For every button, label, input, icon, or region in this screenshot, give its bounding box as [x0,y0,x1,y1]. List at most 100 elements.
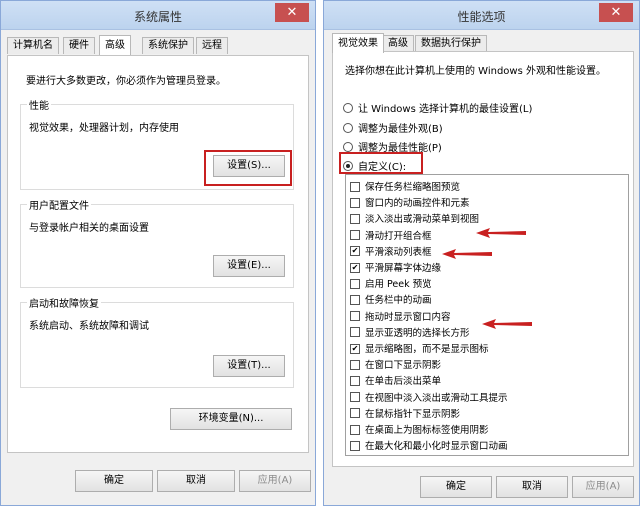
checkbox[interactable] [350,392,360,403]
checkbox[interactable] [350,327,360,338]
checkbox-label: 在单击后淡出菜单 [365,376,442,388]
checkbox[interactable] [350,197,360,208]
tab-dep[interactable]: 数据执行保护 [415,35,487,52]
checkbox-row[interactable]: 任务栏中的动画 [350,292,432,306]
highlight-box [204,150,292,186]
checkbox-label: 在桌面上为图标标签使用阴影 [365,425,489,436]
radio-label: 调整为最佳外观(B) [358,124,443,135]
checkbox-label: 滑动打开组合框 [365,230,432,242]
tab-system-protection[interactable]: 系统保护 [142,37,194,54]
checkbox[interactable]: ✔ [350,343,360,354]
tab-advanced[interactable]: 高级 [382,35,414,52]
checkbox[interactable]: ✔ [350,246,360,257]
checkbox[interactable] [350,424,360,435]
checkbox-row[interactable]: 在最大化和最小化时显示窗口动画 [350,438,508,452]
apply-button[interactable]: 应用(A) [239,470,311,492]
radio-button[interactable] [343,103,353,113]
radio-button[interactable] [343,142,353,152]
apply-button[interactable]: 应用(A) [572,476,634,498]
visual-effects-list[interactable]: 保存任务栏缩略图预览 窗口内的动画控件和元素 淡入淡出或滑动菜单到视图 滑动打开组合框… [345,174,629,456]
checkbox-row[interactable]: 在桌面上为图标标签使用阴影 [350,422,489,436]
checkbox[interactable]: ✔ [350,262,360,273]
red-arrow-2 [442,249,492,259]
tab-strip: 计算机名 硬件 高级 系统保护 远程 [7,35,307,55]
checkbox-row[interactable]: ✔ 显示缩略图，而不是显示图标 [350,341,489,355]
system-properties-window: 系统属性 ✕ 计算机名 硬件 高级 系统保护 远程 要进行大多数更改，你必须作为… [0,0,316,506]
cancel-button[interactable]: 取消 [157,470,235,492]
checkbox[interactable] [350,230,360,241]
tab-computer-name[interactable]: 计算机名 [7,37,59,54]
performance-desc: 视觉效果，处理器计划，内存使用 [29,123,179,134]
checkbox-label: 平滑滚动列表框 [365,246,432,258]
checkbox-row[interactable]: 滑动打开组合框 [350,228,432,242]
user-profiles-group-title: 用户配置文件 [27,197,91,212]
checkbox[interactable] [350,408,360,419]
checkbox-label: 显示缩略图，而不是显示图标 [365,344,489,355]
highlight-box [339,152,423,174]
checkbox-row[interactable]: 保存任务栏缩略图预览 [350,179,460,193]
checkbox-row[interactable]: 在窗口下显示阴影 [350,357,441,371]
window-title: 性能选项 [457,10,506,24]
checkbox-row[interactable]: 在单击后淡出菜单 [350,373,441,387]
cancel-button[interactable]: 取消 [496,476,568,498]
tab-remote[interactable]: 远程 [196,37,228,54]
radio-best-performance[interactable]: 调整为最佳性能(P) [343,139,442,154]
checkbox-label: 任务栏中的动画 [365,295,432,307]
window-title: 系统属性 [133,10,182,24]
checkbox-row[interactable]: ✔ 平滑屏幕字体边缘 [350,260,441,274]
tab-visual-effects[interactable]: 视觉效果 [332,33,384,53]
checkbox[interactable] [350,213,360,224]
performance-group-title: 性能 [27,97,51,112]
user-profiles-settings-button[interactable]: 设置(E)... [213,255,285,277]
checkbox-label: 在鼠标指针下显示阴影 [365,408,461,420]
checkbox-row[interactable]: ✔ 平滑滚动列表框 [350,244,432,258]
checkbox-row[interactable]: 启用 Peek 预览 [350,276,432,290]
checkbox[interactable] [350,278,360,289]
checkbox[interactable] [350,181,360,192]
checkbox[interactable] [350,311,360,322]
close-icon: ✕ [286,5,298,20]
tab-hardware[interactable]: 硬件 [63,37,95,54]
title-bar[interactable]: 性能选项 ✕ [324,1,639,30]
checkbox[interactable] [350,375,360,386]
tab-advanced[interactable]: 高级 [99,35,131,55]
checkbox-label: 启用 Peek 预览 [365,279,432,291]
startup-recovery-settings-button[interactable]: 设置(T)... [213,355,285,377]
title-bar[interactable]: 系统属性 ✕ [1,1,315,30]
red-arrow-3 [482,319,532,329]
tab-panel-advanced: 要进行大多数更改，你必须作为管理员登录。 性能 视觉效果，处理器计划，内存使用 … [7,55,309,453]
checkbox-label: 在窗口下显示阴影 [365,360,442,372]
close-button[interactable]: ✕ [275,3,309,22]
checkbox-row[interactable]: 淡入淡出或滑动菜单到视图 [350,211,479,225]
intro-text: 选择你想在此计算机上使用的 Windows 外观和性能设置。 [345,66,606,77]
radio-label: 让 Windows 选择计算机的最佳设置(L) [358,104,533,115]
ok-button[interactable]: 确定 [420,476,492,498]
checkbox[interactable] [350,359,360,370]
checkbox-label: 在视图中淡入淡出或滑动工具提示 [365,392,508,404]
checkbox-row[interactable]: 显示亚透明的选择长方形 [350,325,470,339]
checkbox-label: 窗口内的动画控件和元素 [365,198,470,210]
radio-let-windows-choose[interactable]: 让 Windows 选择计算机的最佳设置(L) [343,100,533,115]
checkbox-row[interactable]: 在视图中淡入淡出或滑动工具提示 [350,390,508,404]
checkbox-label: 平滑屏幕字体边缘 [365,263,442,274]
checkbox-label: 保存任务栏缩略图预览 [365,182,461,193]
checkbox-label: 拖动时显示窗口内容 [365,311,451,323]
ok-button[interactable]: 确定 [75,470,153,492]
performance-options-window: 性能选项 ✕ 视觉效果 高级 数据执行保护 选择你想在此计算机上使用的 Wind… [323,0,640,506]
checkbox-row[interactable]: 拖动时显示窗口内容 [350,309,451,323]
admin-notice: 要进行大多数更改，你必须作为管理员登录。 [26,76,226,87]
radio-button[interactable] [343,123,353,133]
close-icon: ✕ [610,5,622,20]
checkbox[interactable] [350,294,360,305]
user-profiles-group: 用户配置文件 与登录帐户相关的桌面设置 设置(E)... [20,197,294,288]
startup-recovery-group-title: 启动和故障恢复 [27,295,101,310]
checkbox[interactable] [350,440,360,451]
radio-best-appearance[interactable]: 调整为最佳外观(B) [343,120,443,135]
close-button[interactable]: ✕ [599,3,633,22]
checkbox-row[interactable]: 在鼠标指针下显示阴影 [350,406,460,420]
checkbox-label: 在最大化和最小化时显示窗口动画 [365,441,508,453]
checkbox-row[interactable]: 窗口内的动画控件和元素 [350,195,470,209]
checkbox-label: 淡入淡出或滑动菜单到视图 [365,214,480,226]
user-profiles-desc: 与登录帐户相关的桌面设置 [29,223,149,234]
environment-variables-button[interactable]: 环境变量(N)... [170,408,292,430]
